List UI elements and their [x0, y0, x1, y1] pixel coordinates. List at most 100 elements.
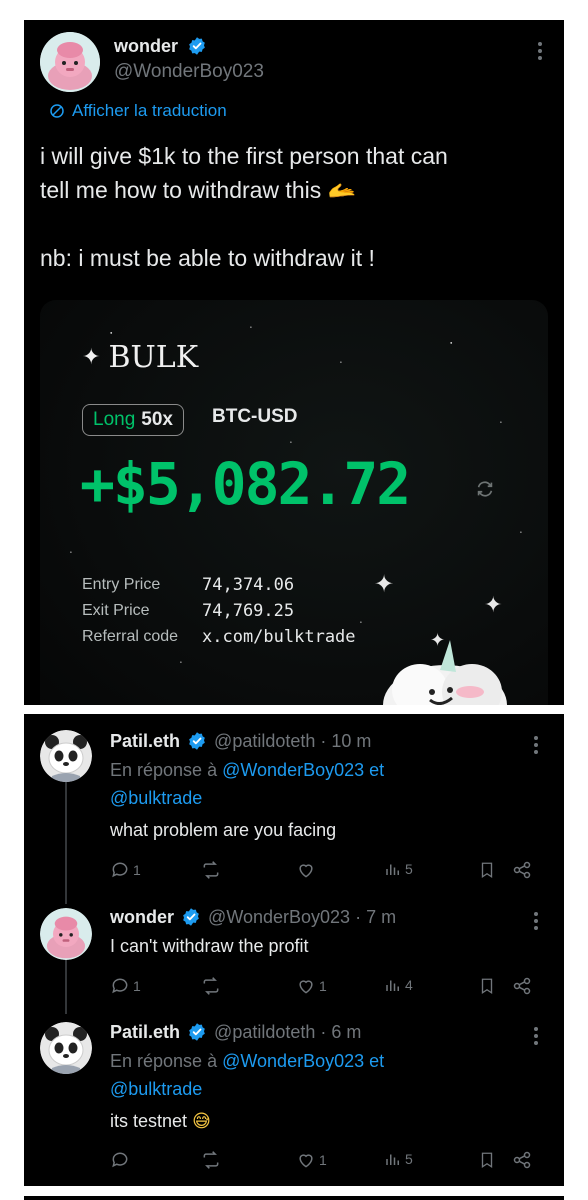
exit-price-label: Exit Price — [82, 602, 150, 619]
star-icon: ● — [70, 550, 72, 554]
bookmark-icon — [481, 1152, 493, 1169]
like-button[interactable]: 1 — [296, 1150, 327, 1170]
star-icon: ● — [180, 660, 182, 664]
reply-author[interactable]: wonder @WonderBoy023 · 7 m — [110, 907, 396, 928]
repost-button[interactable] — [200, 860, 222, 880]
author-name-text[interactable]: wonder — [114, 36, 178, 56]
bookmark-icon — [481, 978, 493, 995]
leverage: 50x — [141, 409, 173, 430]
views-button[interactable]: 5 — [384, 1150, 413, 1168]
repost-button[interactable] — [200, 1150, 222, 1170]
like-button[interactable]: 1 — [296, 976, 327, 996]
repost-button[interactable] — [200, 976, 222, 996]
thread-connector — [65, 954, 67, 1014]
reply-icon — [112, 862, 128, 878]
mention-link[interactable]: @bulktrade — [110, 788, 202, 809]
reply-text: its testnet 😅 — [110, 1111, 211, 1132]
star-icon: ● — [290, 440, 292, 444]
reply-author-handle[interactable]: @patildoteth — [214, 731, 315, 751]
action-bar: 1 5 — [110, 860, 550, 882]
thread-connector — [65, 776, 67, 904]
bookmark-button[interactable] — [478, 860, 496, 880]
entry-price-label: Entry Price — [82, 576, 161, 593]
entry-price-value: 74,374.06 — [202, 575, 295, 595]
repost-icon — [203, 861, 219, 879]
share-button[interactable] — [512, 1150, 532, 1170]
reply-text: I can't withdraw the profit — [110, 936, 309, 956]
bookmark-button[interactable] — [478, 1150, 496, 1170]
views-button[interactable]: 4 — [384, 976, 413, 994]
reply-author-handle[interactable]: @patildoteth — [214, 1022, 315, 1042]
reply-author-name[interactable]: wonder — [110, 907, 174, 927]
action-bar: 1 1 4 — [110, 976, 550, 998]
author-handle[interactable]: @WonderBoy023 — [114, 61, 264, 83]
translate-label[interactable]: Afficher la traduction — [72, 101, 227, 121]
like-count: 1 — [319, 1152, 327, 1168]
exit-price-value: 74,769.25 — [202, 601, 295, 621]
share-icon — [513, 977, 531, 995]
reply-count: 1 — [133, 978, 141, 994]
views-icon — [386, 980, 399, 991]
reply-time[interactable]: · 10 m — [320, 731, 371, 751]
bookmark-button[interactable] — [478, 976, 496, 996]
share-button[interactable] — [512, 860, 532, 880]
star-icon: ● — [500, 420, 502, 424]
bulk-star-icon: ✦ — [82, 345, 101, 370]
reply-context: En réponse à @WonderBoy023 et — [110, 1051, 384, 1072]
post-text-line-1: i will give $1k to the first person that… — [40, 143, 448, 169]
reply-avatar-panda[interactable] — [40, 730, 92, 782]
views-count: 5 — [405, 1151, 413, 1167]
star-icon: ● — [450, 340, 453, 345]
reply-avatar-panda[interactable] — [40, 1022, 92, 1074]
share-button[interactable] — [512, 976, 532, 996]
more-options-icon[interactable] — [534, 912, 538, 933]
reply-author-name[interactable]: Patil.eth — [110, 731, 180, 751]
heart-icon — [299, 980, 313, 994]
reply-time[interactable]: · 6 m — [320, 1022, 361, 1042]
reply-author-name[interactable]: Patil.eth — [110, 1022, 180, 1042]
share-icon — [513, 1151, 531, 1169]
heart-icon — [299, 864, 313, 878]
pnl-card-image[interactable]: ● ● ● ● ● ● ● ● ● ● ✦ ✦ ✦ ✦ BULK Long 50… — [40, 300, 548, 705]
reply-button[interactable] — [110, 1150, 133, 1170]
mention-link[interactable]: @WonderBoy023 et — [222, 760, 384, 780]
share-icon — [513, 861, 531, 879]
reply-author[interactable]: Patil.eth @patildoteth · 6 m — [110, 1022, 361, 1043]
like-button[interactable] — [296, 860, 319, 880]
views-icon — [386, 1154, 399, 1165]
pnl-value: +$5,082.72 — [80, 450, 411, 518]
more-options-icon[interactable] — [534, 1027, 538, 1048]
trading-pair: BTC-USD — [212, 406, 298, 427]
referral-code-value: x.com/bulktrade — [202, 627, 356, 647]
reply-time[interactable]: · 7 m — [355, 907, 396, 927]
bulk-logo: ✦ BULK — [82, 340, 198, 375]
like-count: 1 — [319, 978, 327, 994]
referral-code-label: Referral code — [82, 628, 179, 645]
author-name[interactable]: wonder — [114, 36, 207, 57]
verified-badge-icon — [189, 732, 205, 750]
repost-icon — [203, 1151, 219, 1169]
reply-button[interactable]: 1 — [110, 860, 141, 880]
translate-link[interactable]: Afficher la traduction — [48, 101, 227, 121]
mascot-illustration — [383, 640, 507, 705]
reply-prefix: En réponse à — [110, 760, 218, 780]
mention-link[interactable]: @bulktrade — [110, 1079, 202, 1100]
reply-prefix: En réponse à — [110, 1051, 218, 1071]
mention-link[interactable]: @WonderBoy023 et — [222, 1051, 384, 1071]
more-options-icon[interactable] — [538, 42, 542, 63]
sparkle-icon: ✦ — [374, 571, 395, 598]
views-button[interactable]: 5 — [384, 860, 413, 878]
author-avatar[interactable] — [40, 32, 100, 92]
bookmark-icon — [481, 862, 493, 879]
views-count: 4 — [405, 977, 413, 993]
repost-icon — [203, 977, 219, 995]
next-panel-edge — [24, 1196, 564, 1200]
reply-button[interactable]: 1 — [110, 976, 141, 996]
reply-avatar-wonder[interactable] — [40, 908, 92, 960]
star-icon: ● — [340, 360, 342, 364]
sparkle-icon: ✦ — [484, 592, 503, 617]
reply-author[interactable]: Patil.eth @patildoteth · 10 m — [110, 731, 371, 752]
reply-author-handle[interactable]: @WonderBoy023 — [208, 907, 350, 927]
action-bar: 1 5 — [110, 1150, 550, 1172]
more-options-icon[interactable] — [534, 736, 538, 757]
